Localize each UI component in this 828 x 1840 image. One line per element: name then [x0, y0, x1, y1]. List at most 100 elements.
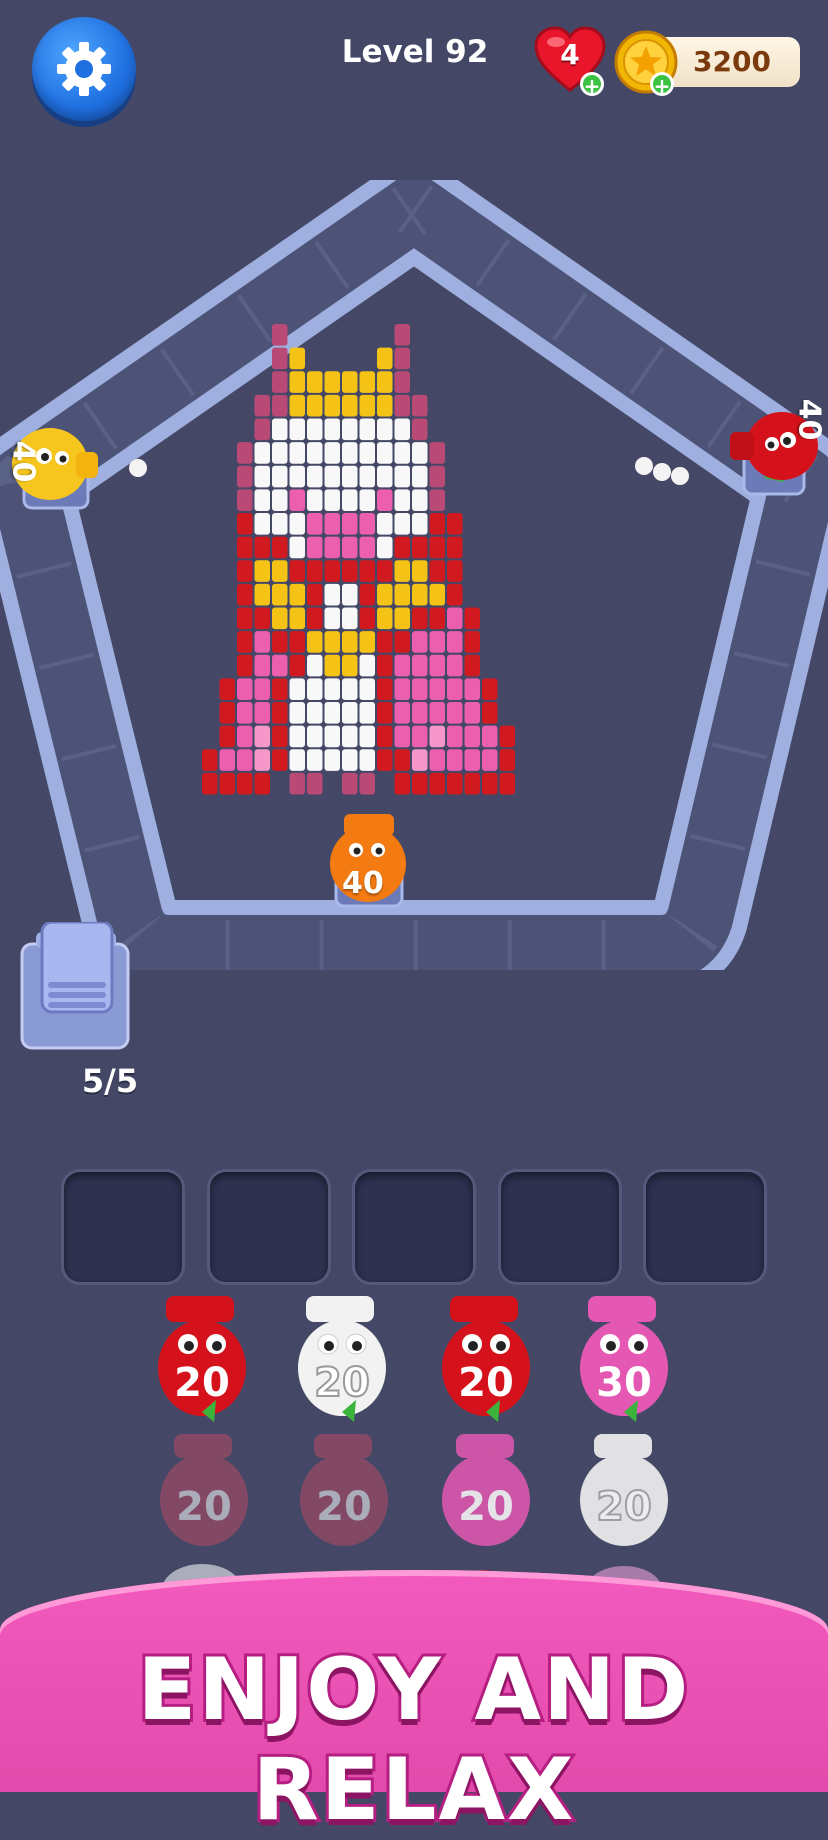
pixel-block — [254, 442, 270, 464]
pixel-block — [499, 725, 515, 748]
pixel-block — [219, 725, 235, 748]
pixel-block — [324, 513, 340, 535]
pixel-block — [324, 418, 340, 441]
pixel-block — [307, 702, 323, 724]
queue-shooter[interactable]: 20 — [436, 1296, 536, 1426]
pixel-block — [324, 371, 340, 393]
add-lives-icon[interactable]: + — [580, 72, 604, 97]
pixel-block — [394, 442, 410, 464]
queue-shooter[interactable]: 20 — [152, 1296, 252, 1426]
pixel-block — [307, 772, 323, 795]
pixel-block — [272, 371, 288, 393]
pixel-block — [447, 654, 463, 677]
tray-stack-counter: 5/5 — [81, 1062, 139, 1100]
pixel-block — [272, 442, 288, 464]
pixel-block — [447, 583, 463, 606]
tray-stack[interactable] — [20, 922, 132, 1052]
pixel-block — [237, 560, 253, 582]
pixel-block — [254, 702, 270, 724]
pixel-block — [482, 772, 498, 795]
pixel-block — [289, 678, 305, 700]
pixel-block — [237, 465, 253, 488]
holding-slot-5[interactable] — [646, 1172, 764, 1282]
pixel-block — [429, 583, 445, 606]
pixel-block — [324, 631, 340, 653]
holding-slot-2[interactable] — [210, 1172, 328, 1282]
pixel-block — [429, 654, 445, 677]
queue-shooter-value: 20 — [458, 1360, 514, 1406]
pixel-block — [272, 678, 288, 700]
pixel-block — [359, 607, 375, 630]
pixel-block — [429, 678, 445, 700]
pixel-block — [377, 678, 393, 700]
pixel-block — [429, 513, 445, 535]
pixel-block — [359, 442, 375, 464]
lives-count: 4 — [560, 38, 580, 71]
pixel-block — [289, 394, 305, 417]
pixel-block — [254, 394, 270, 417]
holding-slot-4[interactable] — [501, 1172, 619, 1282]
pixel-block — [359, 418, 375, 441]
pixel-block — [254, 418, 270, 441]
pixel-block — [394, 631, 410, 653]
queue-shooter: 20 — [294, 1434, 394, 1564]
pixel-block — [359, 725, 375, 748]
pixel-block — [394, 465, 410, 488]
pixel-block — [307, 371, 323, 393]
queue-shooter: 20 — [574, 1434, 674, 1564]
holding-slot-1[interactable] — [64, 1172, 182, 1282]
pixel-block — [254, 654, 270, 677]
pixel-block — [412, 702, 428, 724]
pixel-block — [412, 725, 428, 748]
pixel-block — [464, 749, 480, 771]
pixel-block — [237, 489, 253, 511]
pixel-block — [377, 442, 393, 464]
shooter-orange-ammo: 40 — [342, 866, 384, 901]
pixel-art-cat — [202, 324, 515, 795]
pixel-block — [394, 678, 410, 700]
pixel-block — [447, 678, 463, 700]
pixel-block — [289, 489, 305, 511]
queue-shooter[interactable]: 30 — [574, 1296, 674, 1426]
pixel-block — [359, 702, 375, 724]
pixel-block — [342, 772, 358, 795]
queue-shooter[interactable]: 20 — [292, 1296, 392, 1426]
pixel-block — [254, 560, 270, 582]
pixel-block — [412, 749, 428, 771]
pixel-block — [412, 465, 428, 488]
pixel-block — [394, 536, 410, 559]
pixel-block — [429, 536, 445, 559]
pixel-block — [202, 749, 218, 771]
pixel-block — [377, 631, 393, 653]
pixel-block — [324, 583, 340, 606]
pixel-block — [342, 702, 358, 724]
settings-button[interactable] — [32, 17, 136, 121]
pixel-block — [272, 513, 288, 535]
pixel-block — [394, 489, 410, 511]
pixel-block — [324, 465, 340, 488]
pixel-block — [342, 631, 358, 653]
pixel-block — [377, 536, 393, 559]
pixel-block — [464, 725, 480, 748]
pixel-block — [394, 702, 410, 724]
queue-shooter-value: 20 — [174, 1360, 230, 1406]
queue-shooter-value: 20 — [316, 1484, 372, 1530]
holding-slot-3[interactable] — [355, 1172, 473, 1282]
pixel-block — [342, 442, 358, 464]
pixel-block — [359, 678, 375, 700]
queue-shooter-value: 20 — [313, 1359, 371, 1407]
pixel-block — [447, 607, 463, 630]
pixel-block — [342, 489, 358, 511]
lives-counter[interactable]: 4 + — [534, 26, 606, 97]
pixel-block — [377, 560, 393, 582]
pixel-block — [482, 749, 498, 771]
pixel-block — [412, 607, 428, 630]
pixel-block — [307, 513, 323, 535]
queue-shooter-value: 20 — [458, 1484, 514, 1530]
pixel-block — [324, 702, 340, 724]
queue-shooter: 20 — [436, 1434, 536, 1564]
shooter-yellow-ammo: 40 — [5, 440, 41, 483]
pixel-block — [359, 371, 375, 393]
pixel-block — [272, 465, 288, 488]
pixel-block — [359, 536, 375, 559]
